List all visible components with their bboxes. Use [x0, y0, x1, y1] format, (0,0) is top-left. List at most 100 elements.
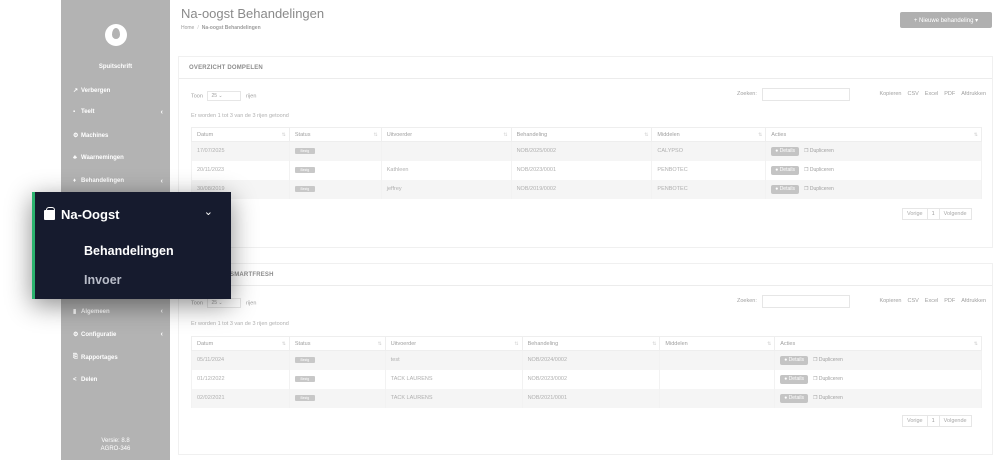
version-number: Versie: 8.8: [101, 438, 130, 444]
status-badge: Bezig: [294, 395, 315, 401]
sort-icon: ⇅: [281, 340, 286, 347]
info-icon: ●: [784, 375, 788, 382]
details-button[interactable]: ● Details: [771, 184, 799, 194]
pdf-button[interactable]: PDF: [944, 298, 955, 304]
status-badge: Bezig: [294, 376, 315, 382]
col-behandeling[interactable]: Behandeling ⇅: [510, 127, 653, 142]
cell-uitvoerder: TACK LAURENS: [384, 388, 523, 408]
duplicate-button[interactable]: ❐ Dupliceren: [813, 376, 843, 382]
col-datum[interactable]: Datum ⇅: [191, 336, 290, 351]
sidebar-item-rapportages[interactable]: ⎘ Rapportages: [73, 354, 163, 361]
panel-smartfresh: SMARTFRESH Toon 25 ⌄ rijen Zoeken: Kopie…: [178, 263, 993, 455]
pdf-button[interactable]: PDF: [944, 91, 955, 97]
cell-uitvoerder: TACK LAURENS: [384, 369, 523, 389]
search-label: Zoeken:: [737, 298, 757, 304]
cell-uitvoerder: test: [384, 350, 523, 370]
next-page-button[interactable]: Volgende: [938, 208, 972, 220]
prev-page-button[interactable]: Vorige: [902, 415, 928, 427]
print-button[interactable]: Afdrukken: [961, 91, 986, 97]
details-button[interactable]: ● Details: [780, 393, 808, 403]
sidebar-item-machines[interactable]: ⚙ Machines: [73, 132, 163, 140]
breadcrumb: Home / Na-oogst Behandelingen: [181, 25, 261, 31]
sidebar-item-label: Behandelingen: [81, 178, 125, 184]
page-size-select[interactable]: 25 ⌄: [207, 91, 242, 101]
breadcrumb-home[interactable]: Home: [181, 25, 194, 31]
details-button[interactable]: ● Details: [771, 146, 799, 156]
show-label: Toon: [191, 93, 203, 100]
sidebar-item-teelt[interactable]: ▪ Teelt ‹: [73, 109, 163, 116]
chevron-left-icon: ‹: [160, 308, 163, 315]
col-uitvoerder[interactable]: Uitvoerder ⇅: [384, 336, 523, 351]
duplicate-button[interactable]: ❐ Dupliceren: [804, 167, 834, 173]
copy-button[interactable]: Kopieren: [879, 91, 901, 97]
rows-label: rijen: [246, 93, 257, 100]
sort-icon: ⇅: [767, 340, 772, 347]
search-input[interactable]: [762, 88, 850, 101]
next-page-button[interactable]: Volgende: [938, 415, 972, 427]
new-treatment-button[interactable]: + Nieuwe behandeling ▾: [900, 12, 992, 28]
col-uitvoerder[interactable]: Uitvoerder ⇅: [380, 127, 512, 142]
excel-button[interactable]: Excel: [925, 91, 938, 97]
sort-icon: ⇅: [503, 131, 508, 138]
menu-item-behandelingen[interactable]: Behandelingen: [84, 244, 174, 258]
details-button[interactable]: ● Details: [780, 374, 808, 384]
sidebar-item-algemeen[interactable]: ▮ Algemeen ‹: [73, 308, 163, 315]
col-middelen[interactable]: Middelen ⇅: [659, 336, 776, 351]
sidebar-item-label: Verbergen: [81, 87, 111, 94]
sidebar-item-delen[interactable]: < Delen: [73, 377, 163, 383]
col-status[interactable]: Status ⇅: [288, 336, 386, 351]
details-button[interactable]: ● Details: [780, 355, 808, 365]
page-size-control: Toon 25 ⌄ rijen: [191, 91, 256, 101]
print-button[interactable]: Afdrukken: [961, 298, 986, 304]
copy-button[interactable]: Kopieren: [879, 298, 901, 304]
column-label: Status: [294, 340, 311, 347]
export-buttons: Kopieren CSV Excel PDF Afdrukken: [879, 91, 986, 97]
cell-status: Bezig: [288, 369, 386, 389]
row-count-info: Er worden 1 tot 3 van de 3 rijen getoond: [191, 113, 289, 119]
table-controls: Toon 25 ⌄ rijen Zoeken: Kopieren CSV Exc…: [191, 295, 986, 308]
sidebar-item-waarnemingen[interactable]: ♣ Waarnemingen: [73, 155, 163, 161]
duplicate-label: Dupliceren: [809, 147, 834, 154]
sidebar-item-verbergen[interactable]: ↗ Verbergen: [73, 87, 163, 95]
col-middelen[interactable]: Middelen ⇅: [651, 127, 767, 142]
sidebar-item-configuratie[interactable]: ⚙ Configuratie ‹: [73, 331, 163, 338]
menu-item-invoer[interactable]: Invoer: [84, 273, 122, 287]
cell-middelen: PENBOTEC: [651, 160, 767, 180]
export-buttons: Kopieren CSV Excel PDF Afdrukken: [879, 298, 986, 304]
details-label: Details: [779, 147, 795, 154]
details-label: Details: [788, 394, 804, 401]
sort-icon: ⇅: [377, 340, 382, 347]
csv-button[interactable]: CSV: [907, 298, 918, 304]
table-row: 01/12/2022 Bezig TACK LAURENS NOB/2023/0…: [191, 369, 982, 389]
cell-datum: 17/07/2025: [191, 141, 290, 161]
col-behandeling[interactable]: Behandeling ⇅: [521, 336, 661, 351]
panel-dompelen: OVERZICHT DOMPELEN Toon 25 ⌄ rijen Zoeke…: [178, 56, 993, 248]
chevron-down-icon[interactable]: ⌄: [204, 205, 213, 218]
duplicate-button[interactable]: ❐ Dupliceren: [813, 357, 843, 363]
prev-page-button[interactable]: Vorige: [902, 208, 928, 220]
duplicate-button[interactable]: ❐ Dupliceren: [813, 395, 843, 401]
page-size-select[interactable]: 25 ⌄: [207, 298, 242, 308]
csv-button[interactable]: CSV: [907, 91, 918, 97]
details-button[interactable]: ● Details: [771, 165, 799, 175]
duplicate-button[interactable]: ❐ Dupliceren: [804, 148, 834, 154]
general-icon: ▮: [73, 309, 77, 315]
info-icon: ●: [784, 394, 788, 401]
excel-button[interactable]: Excel: [925, 298, 938, 304]
sidebar-item-label: Configuratie: [81, 331, 117, 338]
duplicate-button[interactable]: ❐ Dupliceren: [804, 186, 834, 192]
column-label: Middelen: [665, 340, 688, 347]
smartfresh-table: Datum ⇅ Status ⇅ Uitvoerder ⇅ Behandeling ⇅ …: [191, 336, 982, 408]
breadcrumb-separator: /: [197, 25, 199, 31]
col-datum[interactable]: Datum ⇅: [191, 127, 290, 142]
col-status[interactable]: Status ⇅: [288, 127, 382, 142]
treatments-icon: ♦: [73, 178, 77, 184]
observations-icon: ♣: [73, 155, 77, 161]
sort-icon: ⇅: [973, 131, 978, 138]
column-label: Uitvoerder: [386, 131, 413, 138]
search-input[interactable]: [762, 295, 850, 308]
sidebar-item-behandelingen[interactable]: ♦ Behandelingen ‹: [73, 178, 163, 185]
copy-icon: ❐: [812, 356, 818, 363]
drop-icon: [112, 28, 120, 39]
menu-group-na-oogst[interactable]: Na-Oogst: [61, 207, 120, 222]
